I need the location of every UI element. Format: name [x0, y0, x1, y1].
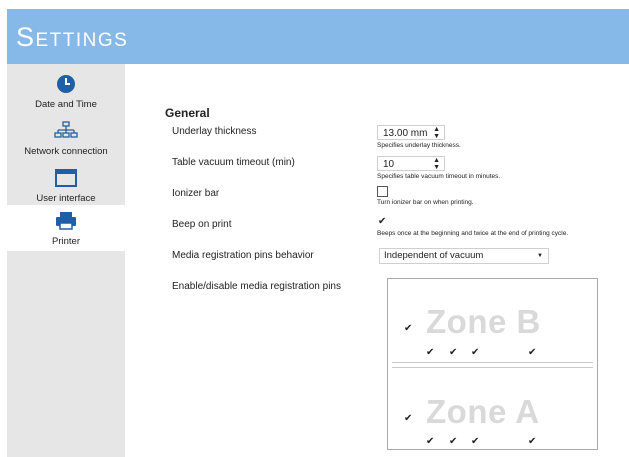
section-title-general: General [165, 106, 210, 120]
sidebar-item-label: Date and Time [35, 99, 97, 110]
ionizer-bar-label: Ionizer bar [172, 188, 220, 199]
zone-b-pin-checkbox[interactable]: ✔ [528, 348, 536, 358]
sidebar-item-printer[interactable]: Printer [7, 205, 125, 251]
monitor-icon [54, 168, 78, 188]
zone-a-label: Zone A [426, 393, 540, 430]
pins-enable-label: Enable/disable media registration pins [172, 281, 341, 292]
zone-b-checkbox[interactable]: ✔ [404, 324, 412, 334]
underlay-thickness-label: Underlay thickness [172, 126, 257, 137]
beep-on-print-label: Beep on print [172, 219, 232, 230]
sidebar-item-date-time[interactable]: Date and Time [7, 68, 125, 114]
beep-on-print-hint: Beeps once at the beginning and twice at… [377, 230, 569, 237]
stepper-arrows-icon[interactable]: ▲ ▼ [433, 126, 440, 140]
pins-behavior-value: Independent of vacuum [384, 250, 484, 261]
settings-sidebar: Date and Time Network connection User in… [7, 64, 125, 457]
ionizer-bar-hint: Turn ionizer bar on when printing. [377, 199, 474, 206]
zones-panel: ✔ Zone B ✔ ✔ ✔ ✔ ✔ Zone A ✔ ✔ ✔ ✔ [387, 278, 598, 450]
sidebar-item-label: User interface [36, 193, 96, 204]
network-icon [54, 121, 78, 141]
vacuum-timeout-stepper[interactable]: 10 ▲ ▼ [377, 156, 445, 171]
zone-b-pin-checkbox[interactable]: ✔ [449, 348, 457, 358]
zone-a-pin-checkbox[interactable]: ✔ [449, 437, 457, 447]
zone-b-pin-checkbox[interactable]: ✔ [471, 348, 479, 358]
sidebar-item-user-interface[interactable]: User interface [7, 162, 125, 208]
zone-b-label: Zone B [426, 303, 541, 340]
page-title: Settings [16, 22, 129, 52]
vacuum-timeout-hint: Specifies table vacuum timeout in minute… [377, 173, 501, 180]
underlay-thickness-value: 13.00 mm [383, 128, 428, 139]
chevron-down-icon: ▼ [537, 253, 543, 259]
zone-a-pin-checkbox[interactable]: ✔ [426, 437, 434, 447]
zone-a-pin-checkbox[interactable]: ✔ [528, 437, 536, 447]
sidebar-item-label: Printer [52, 236, 80, 247]
settings-header: Settings [7, 9, 629, 64]
pins-behavior-select[interactable]: Independent of vacuum ▼ [379, 248, 549, 264]
clock-icon [54, 74, 78, 94]
underlay-thickness-stepper[interactable]: 13.00 mm ▲ ▼ [377, 125, 445, 140]
stepper-arrows-icon[interactable]: ▲ ▼ [433, 157, 440, 171]
settings-content: General Underlay thickness 13.00 mm ▲ ▼ S… [125, 64, 629, 457]
underlay-thickness-hint: Specifies underlay thickness. [377, 142, 461, 149]
beep-on-print-checkbox[interactable]: ✔ [378, 217, 386, 227]
zone-a-pin-checkbox[interactable]: ✔ [471, 437, 479, 447]
vacuum-timeout-label: Table vacuum timeout (min) [172, 157, 295, 168]
zone-divider [392, 362, 593, 363]
sidebar-item-network[interactable]: Network connection [7, 115, 125, 161]
zone-divider [392, 367, 593, 368]
printer-icon [54, 211, 78, 231]
sidebar-item-label: Network connection [24, 146, 108, 157]
vacuum-timeout-value: 10 [383, 159, 395, 170]
zone-a-checkbox[interactable]: ✔ [404, 414, 412, 424]
ionizer-bar-checkbox[interactable] [377, 186, 388, 197]
pins-behavior-label: Media registration pins behavior [172, 250, 314, 261]
zone-b-pin-checkbox[interactable]: ✔ [426, 348, 434, 358]
